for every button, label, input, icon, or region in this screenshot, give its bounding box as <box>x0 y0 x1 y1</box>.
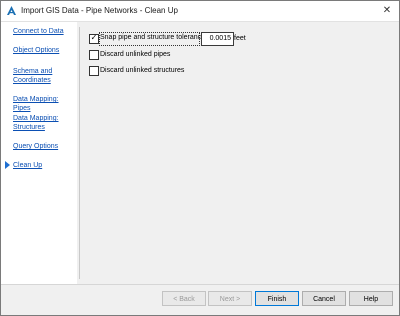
wizard-steps-sidebar: Connect to Data Object Options Schema an… <box>1 22 77 284</box>
sidebar-item-schema-and-coordinates[interactable]: Schema and Coordinates <box>13 67 63 85</box>
back-button[interactable]: < Back <box>162 291 206 306</box>
sidebar-item-object-options[interactable]: Object Options <box>13 46 75 55</box>
sidebar-divider <box>79 27 80 279</box>
sidebar-item-query-options[interactable]: Query Options <box>13 142 75 151</box>
snap-tolerance-checkbox[interactable]: ✓ <box>89 33 99 44</box>
import-gis-dialog: Import GIS Data - Pipe Networks - Clean … <box>0 0 400 316</box>
close-icon[interactable]: ✕ <box>379 3 395 19</box>
autocad-civil-icon <box>7 6 16 15</box>
window-title: Import GIS Data - Pipe Networks - Clean … <box>21 6 178 15</box>
footer-divider <box>1 284 399 285</box>
discard-unlinked-pipes-checkbox[interactable] <box>89 50 99 60</box>
sidebar-item-data-mapping-structures[interactable]: Data Mapping: Structures <box>13 114 63 132</box>
triangle-right-icon <box>5 161 10 169</box>
clean-up-panel: ✓ Snap pipe and structure tolerance: 0.0… <box>81 22 399 284</box>
tolerance-unit-label: feet <box>234 35 246 42</box>
sidebar-item-clean-up[interactable]: Clean Up <box>13 161 75 170</box>
finish-button[interactable]: Finish <box>255 291 299 306</box>
next-button[interactable]: Next > <box>208 291 252 306</box>
snap-tolerance-label[interactable]: Snap pipe and structure tolerance: <box>100 34 207 41</box>
cancel-button[interactable]: Cancel <box>302 291 346 306</box>
title-bar: Import GIS Data - Pipe Networks - Clean … <box>1 1 399 22</box>
discard-unlinked-pipes-label[interactable]: Discard unlinked pipes <box>100 51 170 58</box>
checkmark-icon: ✓ <box>90 33 98 42</box>
help-button[interactable]: Help <box>349 291 393 306</box>
sidebar-item-connect-to-data[interactable]: Connect to Data <box>13 27 75 36</box>
sidebar-item-data-mapping-pipes[interactable]: Data Mapping: Pipes <box>13 95 75 113</box>
snap-tolerance-input[interactable]: 0.0015 <box>201 32 234 46</box>
discard-unlinked-structures-label[interactable]: Discard unlinked structures <box>100 67 184 74</box>
discard-unlinked-structures-checkbox[interactable] <box>89 66 99 76</box>
